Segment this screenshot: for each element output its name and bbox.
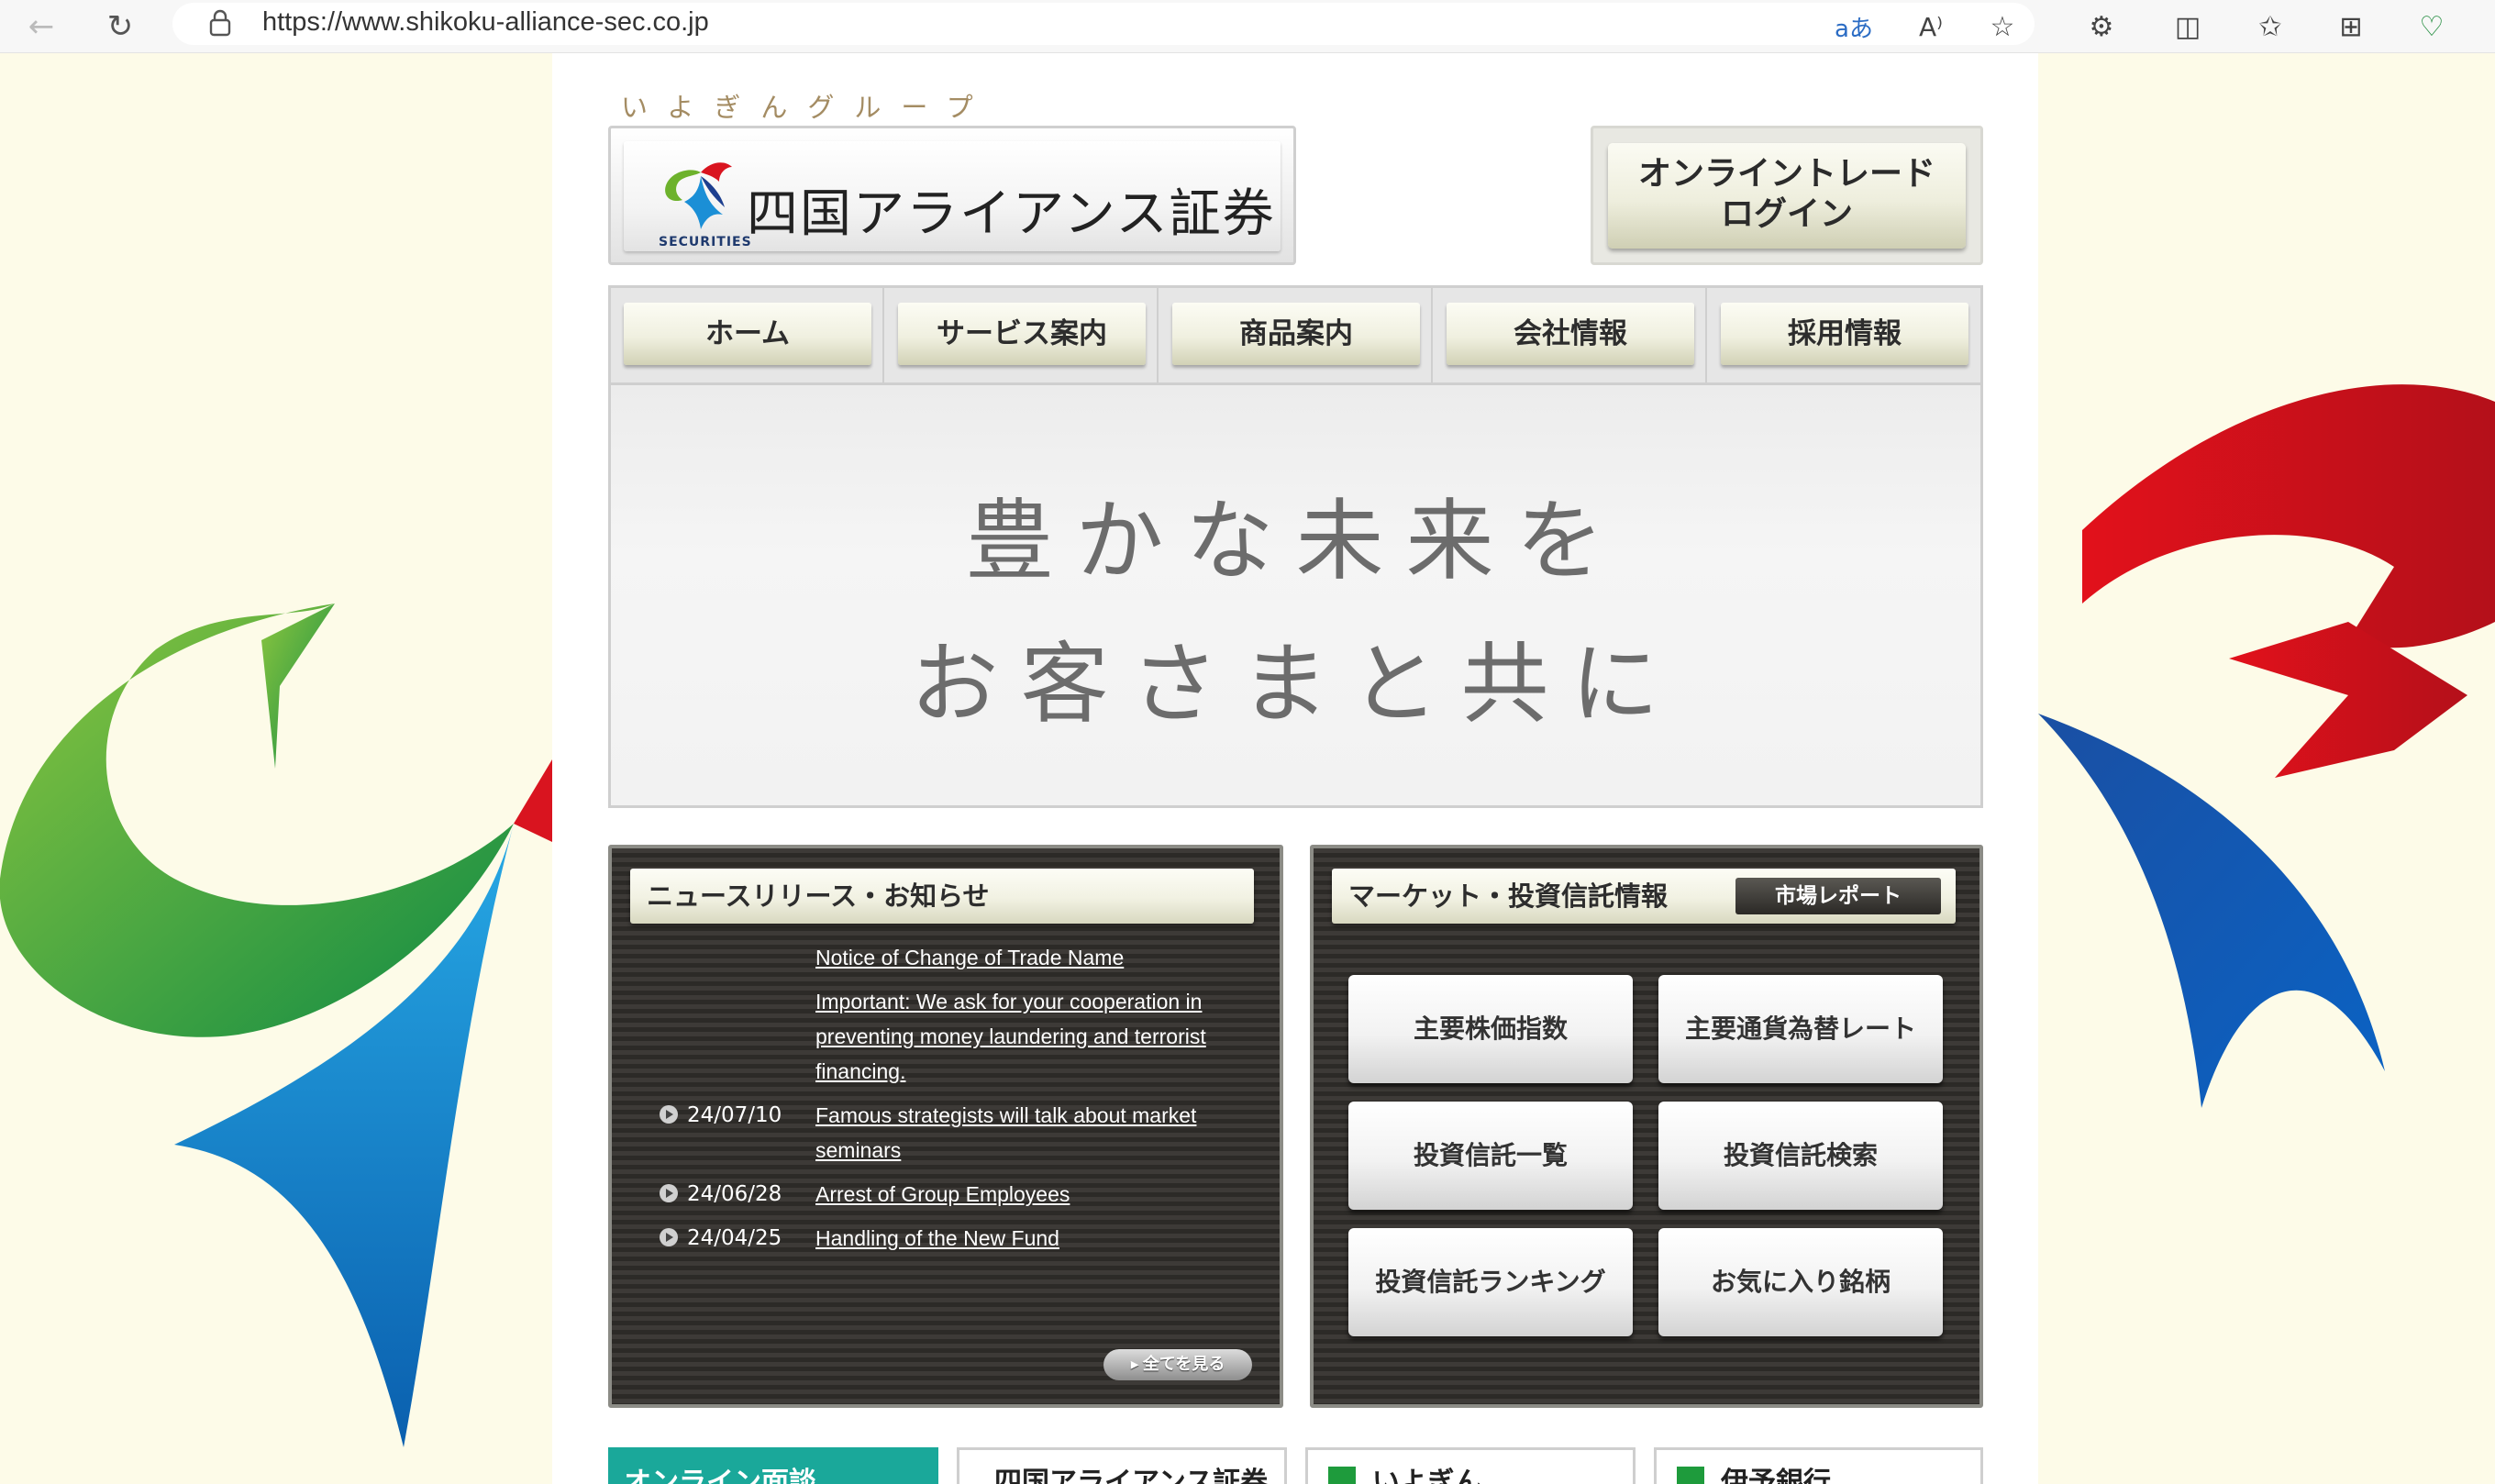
market-panel-title: マーケット・投資信託情報	[1348, 880, 1669, 912]
split-screen-icon[interactable]: ◫	[2167, 6, 2209, 48]
hero-banner: 豊かな未来を お客さまと共に	[608, 382, 1983, 808]
fund-list-button[interactable]: 投資信託一覧	[1348, 1102, 1633, 1210]
news-panel: ニュースリリース・お知らせ Notice of Change of Trade …	[608, 845, 1283, 1408]
news-date	[667, 984, 815, 1089]
banner-shikoku-alliance-label: 四国アライアンス証券	[994, 1467, 1269, 1484]
hero-tagline-line1: 豊かな未来を	[965, 490, 1626, 592]
company-logo[interactable]: SECURITIES 四国アライアンス証券	[624, 141, 1281, 251]
banner-online-meeting[interactable]: オンライン面談	[608, 1447, 938, 1484]
news-item: 24/06/28 Arrest of Group Employees	[630, 1177, 1269, 1212]
news-date: 24/07/10	[687, 1103, 782, 1127]
lock-icon[interactable]	[207, 9, 233, 37]
favorites-icon[interactable]: ✩	[2249, 6, 2291, 48]
major-fx-rate-button[interactable]: 主要通貨為替レート	[1658, 975, 1943, 1083]
company-logo-icon	[665, 162, 732, 229]
favorite-star-icon[interactable]: ☆	[1981, 6, 2024, 48]
major-stock-index-button[interactable]: 主要株価指数	[1348, 975, 1633, 1083]
translate-icon[interactable]: aあ	[1833, 6, 1875, 48]
hero-tagline-line2: お客さまと共に	[910, 633, 1681, 736]
iyogin-logo-icon	[1328, 1467, 1356, 1484]
news-item: Notice of Change of Trade Name	[630, 940, 1269, 975]
market-panel-header: マーケット・投資信託情報 市場レポート	[1332, 869, 1956, 924]
logo-securities-label: SECURITIES	[659, 235, 752, 249]
reload-icon[interactable]: ↻	[99, 6, 141, 48]
read-aloud-icon[interactable]: A⁾	[1910, 6, 1952, 48]
favorite-funds-button[interactable]: お気に入り銘柄	[1658, 1228, 1943, 1336]
url-text[interactable]: https://www.shikoku-alliance-sec.co.jp	[262, 7, 709, 38]
back-icon[interactable]: ←	[20, 6, 62, 48]
banner-iyo-bank-label: 伊予銀行	[1721, 1467, 1831, 1484]
news-date: 24/06/28	[687, 1182, 782, 1206]
banner-iyo-bank[interactable]: 伊予銀行	[1654, 1447, 1983, 1484]
news-date: 24/04/25	[687, 1226, 782, 1250]
nav-products[interactable]: 商品案内	[1172, 303, 1420, 365]
market-report-button[interactable]: 市場レポート	[1735, 878, 1941, 914]
fund-ranking-button[interactable]: 投資信託ランキング	[1348, 1228, 1633, 1336]
news-item: Important: We ask for your cooperation i…	[630, 984, 1269, 1089]
group-label: いよぎんグループ	[621, 92, 993, 123]
news-link[interactable]: Arrest of Group Employees	[815, 1177, 1254, 1212]
news-list: Notice of Change of Trade Name Important…	[630, 940, 1269, 1265]
browser-toolbar: ← ↻ https://www.shikoku-alliance-sec.co.…	[0, 0, 2495, 53]
global-nav: ホーム サービス案内 商品案内 会社情報 採用情報	[608, 285, 1983, 382]
browser-essentials-icon[interactable]: ♡	[2411, 6, 2453, 48]
banner-online-meeting-label: オンライン面談	[624, 1467, 816, 1484]
news-link[interactable]: Notice of Change of Trade Name	[815, 940, 1254, 975]
view-all-news-button[interactable]: 全てを見る	[1103, 1349, 1252, 1380]
login-box: オンライントレード ログイン	[1591, 126, 1983, 265]
login-label-line2: ログイン	[1720, 195, 1853, 233]
collections-icon[interactable]: ⊞	[2330, 6, 2372, 48]
nav-recruit[interactable]: 採用情報	[1721, 303, 1968, 365]
company-name: 四国アライアンス証券	[747, 184, 1276, 244]
extensions-icon[interactable]: ⚙	[2080, 6, 2123, 48]
nav-home[interactable]: ホーム	[624, 303, 871, 365]
banner-shikoku-alliance[interactable]: 四国アライアンス証券	[957, 1447, 1287, 1484]
market-panel: マーケット・投資信託情報 市場レポート 主要株価指数 主要通貨為替レート 投資信…	[1310, 845, 1983, 1408]
news-link[interactable]: Famous strategists will talk about marke…	[815, 1098, 1254, 1168]
news-panel-title: ニュースリリース・お知らせ	[630, 869, 1254, 924]
company-logo-box[interactable]: SECURITIES 四国アライアンス証券	[608, 126, 1296, 265]
news-link[interactable]: Handling of the New Fund	[815, 1221, 1254, 1256]
banner-iyogin[interactable]: いよぎん	[1305, 1447, 1636, 1484]
login-label-line1: オンライントレード	[1637, 155, 1935, 193]
bullet-icon	[660, 1228, 678, 1246]
bullet-icon	[660, 1184, 678, 1202]
bullet-icon	[660, 1105, 678, 1124]
online-trade-login-button[interactable]: オンライントレード ログイン	[1608, 143, 1966, 249]
fund-search-button[interactable]: 投資信託検索	[1658, 1102, 1943, 1210]
news-date	[667, 940, 815, 975]
news-item: 24/07/10 Famous strategists will talk ab…	[630, 1098, 1269, 1168]
news-item: 24/04/25 Handling of the New Fund	[630, 1221, 1269, 1256]
news-link[interactable]: Important: We ask for your cooperation i…	[815, 984, 1254, 1089]
nav-services[interactable]: サービス案内	[898, 303, 1146, 365]
banner-iyogin-label: いよぎん	[1372, 1467, 1482, 1484]
nav-company[interactable]: 会社情報	[1447, 303, 1694, 365]
iyo-bank-logo-icon	[1677, 1467, 1704, 1484]
